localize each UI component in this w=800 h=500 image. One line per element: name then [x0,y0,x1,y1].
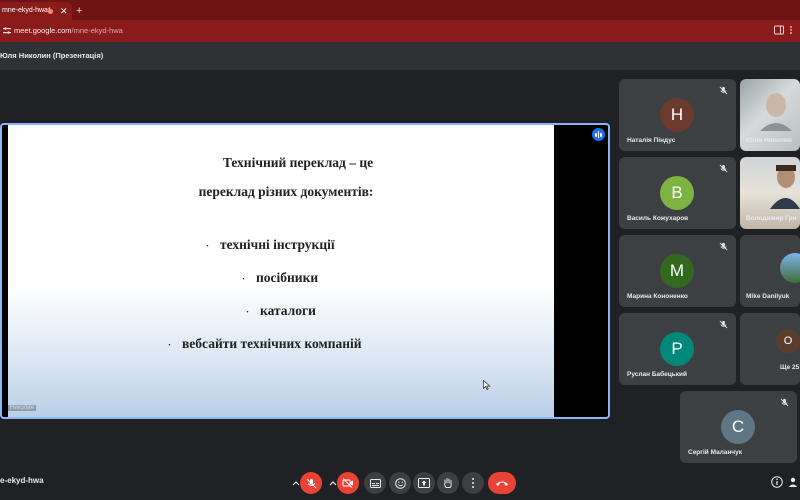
mic-off-icon [780,398,789,407]
presenter-name-label: Николин [8,405,36,411]
presenter-title: Юля Николин (Презентація) [0,51,104,60]
address-bar[interactable]: meet.google.com/mne-ekyd-hwa [0,20,800,42]
participant-name: Руслан Бабецький [627,371,688,378]
present-screen-icon [418,478,430,488]
camera-toggle-button[interactable] [337,472,359,494]
more-vert-icon [472,478,474,488]
meeting-controls-bar: e-ekyd-hwa [0,466,800,500]
closed-captions-icon [369,478,381,488]
participant-video-tile[interactable]: Юлія Николин [740,79,800,151]
presentation-stage[interactable]: Технічний переклад – це переклад різних … [0,123,610,419]
bullet-text: вебсайти технічних компаній [182,336,362,351]
avatar [780,253,800,283]
hang-up-icon [496,481,508,486]
avatar: Н [660,98,694,132]
avatar: Р [660,332,694,366]
url-path: /mne-ekyd-hwa [71,26,123,35]
avatar: М [660,254,694,288]
slide-bullet: · вебсайти технічних компаній [168,336,362,352]
mic-off-icon [719,242,728,251]
mic-off-icon [306,478,316,488]
participant-name: Марина Кононенко [627,293,688,300]
meet-window: mne-ekyd-hwa* ✕ + meet.google.com/mne-ek… [0,0,800,500]
tab-title: mne-ekyd-hwa* [2,7,51,14]
participant-tile[interactable]: Mike Danilyuk [740,235,800,307]
avatar: В [660,176,694,210]
participant-tile[interactable]: В Василь Кожухаров [619,157,736,229]
slide-bullet: · каталоги [246,303,316,319]
participant-name: Сергій Маланчук [688,449,743,456]
bullet-dot: · [168,340,172,350]
slide-title-line2: переклад різних документів: [198,184,374,199]
reactions-button[interactable] [389,472,411,494]
more-participants-tile[interactable]: О Ще 25 [740,313,800,385]
microphone-toggle-button[interactable] [300,472,322,494]
participant-name: Володимир Гри [746,215,797,222]
participant-name: Mike Danilyuk [746,293,790,300]
meeting-details-button[interactable] [768,473,786,491]
avatar: О [776,329,800,353]
bullet-text: технічні інструкції [220,237,335,252]
participant-tile[interactable]: Р Руслан Бабецький [619,313,736,385]
bullet-text: каталоги [260,303,316,318]
sidebar-icon[interactable] [774,25,786,37]
meet-header: Юля Николин (Презентація) [0,42,800,70]
participant-name: Наталія Піндус [627,137,676,144]
browser-tab[interactable]: mne-ekyd-hwa* ✕ [0,2,72,20]
mic-off-icon [719,320,728,329]
participant-tile[interactable]: Н Наталія Піндус [619,79,736,151]
url-text: meet.google.com/mne-ekyd-hwa [14,20,123,42]
mic-off-icon [719,164,728,173]
raise-hand-button[interactable] [437,472,459,494]
participant-video-tile[interactable]: Володимир Гри [740,157,800,229]
slide-bullet: · технічні інструкції [206,237,335,253]
slide-bullet: · посібники [242,270,318,286]
new-tab-button[interactable]: + [76,2,82,20]
bullet-text: посібники [256,270,319,285]
slide-title-line1: Технічний переклад – це [222,155,374,170]
mouse-pointer-icon [483,380,491,390]
tab-close-icon[interactable]: ✕ [60,2,68,20]
speaking-indicator-icon [592,128,605,141]
people-icon [788,477,798,487]
participant-name: Ще 25 [780,364,800,371]
participant-name: Василь Кожухаров [627,215,689,222]
bullet-dot: · [242,274,246,284]
recording-dot-icon [48,9,53,14]
meeting-code: e-ekyd-hwa [0,476,44,485]
site-settings-icon[interactable] [3,27,11,35]
browser-menu-icon[interactable] [788,25,798,37]
avatar: С [721,410,755,444]
camera-off-icon [342,478,353,488]
emoji-icon [394,477,406,489]
bullet-dot: · [206,241,210,251]
leave-call-button[interactable] [488,472,516,494]
presentation-slide: Технічний переклад – це переклад різних … [8,125,554,417]
hand-icon [444,478,452,488]
participant-video-feed [770,165,800,209]
url-host: meet.google.com [14,26,72,35]
participant-video-feed [760,93,792,131]
mic-off-icon [719,86,728,95]
participant-name: Юлія Николин [746,137,792,144]
more-options-button[interactable] [462,472,484,494]
people-button[interactable] [788,473,800,491]
present-screen-button[interactable] [413,472,435,494]
captions-button[interactable] [364,472,386,494]
browser-tabbar: mne-ekyd-hwa* ✕ + [0,0,800,20]
bullet-dot: · [246,307,250,317]
info-icon [771,476,783,488]
participant-tile[interactable]: М Марина Кононенко [619,235,736,307]
participant-tile[interactable]: С Сергій Маланчук [680,391,797,463]
